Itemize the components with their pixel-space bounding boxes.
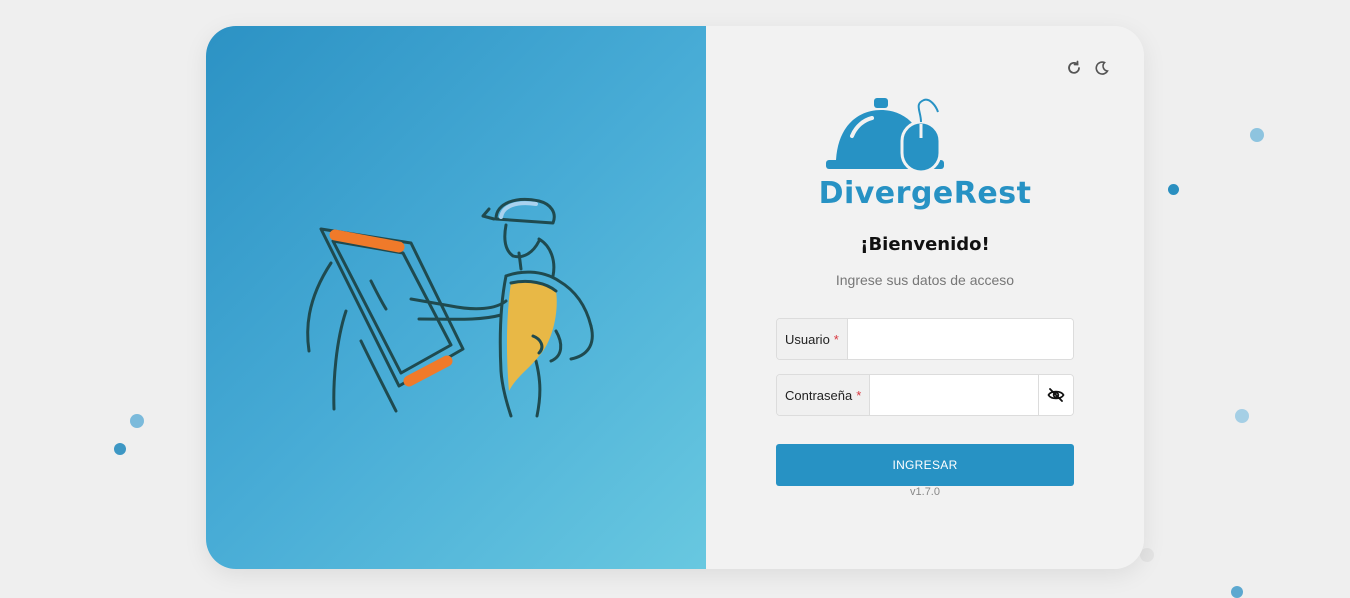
background-dot — [130, 414, 144, 428]
moon-icon[interactable] — [1092, 58, 1112, 78]
background-dot — [1168, 184, 1179, 195]
app-version: v1.7.0 — [910, 486, 940, 498]
username-input[interactable] — [847, 319, 1073, 359]
login-card: DivergeRest ¡Bienvenido! Ingrese sus dat… — [206, 26, 1144, 569]
password-label: Contraseña * — [777, 375, 871, 415]
password-label-text: Contraseña — [785, 387, 853, 403]
password-input[interactable] — [870, 375, 1038, 415]
toggle-password-visibility-button[interactable] — [1038, 375, 1073, 415]
username-label: Usuario * — [777, 319, 848, 359]
background-dot — [1250, 128, 1264, 142]
eye-off-icon — [1047, 388, 1065, 402]
background-dot — [114, 443, 126, 455]
password-group: Contraseña * — [776, 374, 1074, 416]
illustration-panel — [206, 26, 706, 569]
background-dot — [1235, 409, 1249, 423]
username-group: Usuario * — [776, 318, 1074, 360]
cloche-mouse-icon — [826, 98, 944, 174]
page-subtitle: Ingrese sus datos de acceso — [835, 272, 1015, 288]
login-panel: DivergeRest ¡Bienvenido! Ingrese sus dat… — [706, 26, 1144, 569]
required-mark: * — [856, 387, 862, 403]
refresh-icon[interactable] — [1064, 58, 1084, 78]
required-mark: * — [833, 331, 839, 347]
page-title: ¡Bienvenido! — [860, 234, 990, 255]
brand-name: DivergeRest — [818, 176, 1032, 211]
username-label-text: Usuario — [785, 331, 830, 347]
login-button[interactable]: INGRESAR — [776, 444, 1074, 486]
background-dot — [1231, 586, 1243, 598]
waiter-pos-illustration — [306, 197, 594, 418]
